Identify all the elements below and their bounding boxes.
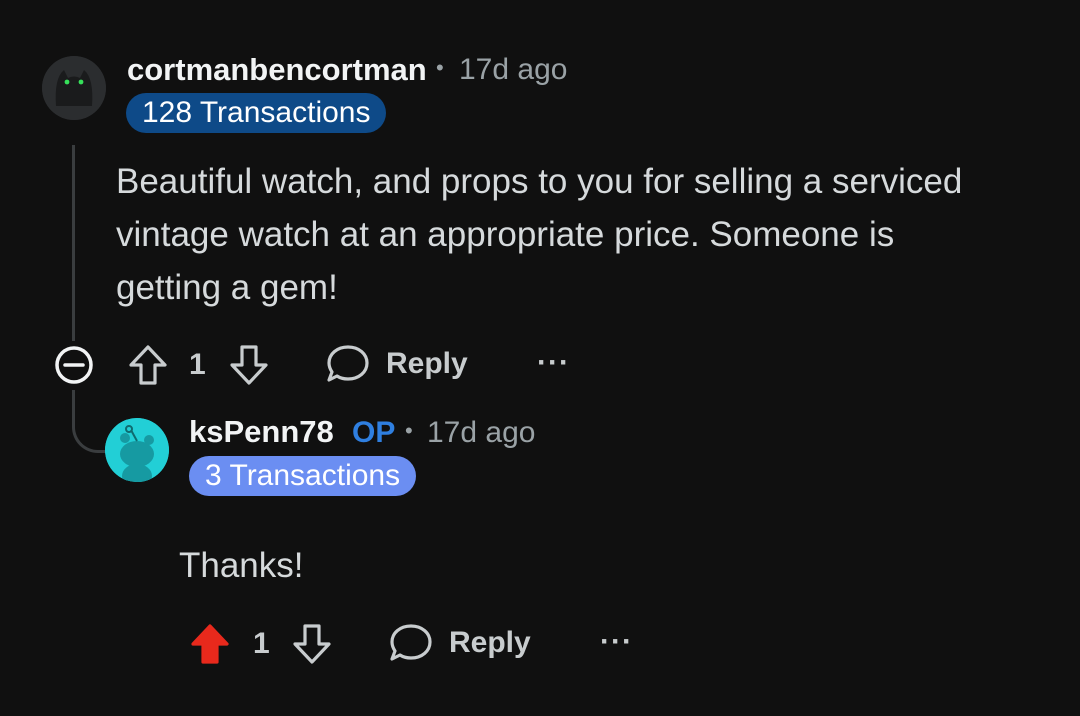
vote-count: 1 — [253, 627, 270, 660]
thread-line — [72, 145, 75, 341]
comment-timestamp: 17d ago — [459, 53, 568, 86]
downvote-arrow-icon — [293, 624, 331, 664]
comment-username[interactable]: ksPenn78 — [189, 414, 334, 450]
vote-count: 1 — [189, 348, 206, 381]
more-options-button[interactable]: ··· — [600, 625, 633, 659]
comment-body: Beautiful watch, and props to you for se… — [116, 155, 1036, 314]
reply-label: Reply — [449, 626, 531, 659]
comment-timestamp: 17d ago — [427, 416, 536, 449]
reply-button[interactable]: Reply — [389, 620, 539, 666]
downvote-button[interactable] — [291, 622, 333, 666]
upvote-arrow-icon — [129, 345, 167, 385]
collapse-thread-button[interactable] — [53, 344, 95, 386]
reply-button[interactable]: Reply — [326, 341, 476, 387]
upvote-button[interactable] — [189, 622, 231, 666]
comment-body: Thanks! — [179, 546, 304, 585]
downvote-arrow-icon — [230, 345, 268, 385]
upvote-arrow-icon — [191, 624, 229, 664]
avatar-cat-icon — [42, 56, 106, 120]
user-flair: 128 Transactions — [126, 93, 387, 133]
avatar[interactable] — [42, 56, 106, 120]
speech-bubble-icon — [390, 624, 432, 661]
speech-bubble-icon — [327, 345, 369, 382]
comment-body-line: Beautiful watch, and props to you for se… — [116, 162, 963, 201]
user-flair: 3 Transactions — [189, 456, 417, 496]
upvote-button[interactable] — [127, 343, 169, 387]
comment-body-line: getting a gem! — [116, 268, 338, 307]
separator-dot: • — [405, 418, 413, 443]
comment-username[interactable]: cortmanbencortman — [127, 52, 427, 88]
more-options-button[interactable]: ··· — [537, 346, 570, 380]
snoo-avatar-icon — [105, 418, 169, 482]
separator-dot: • — [436, 55, 444, 80]
reply-label: Reply — [386, 347, 468, 380]
avatar[interactable] — [105, 418, 169, 482]
comment-body-line: vintage watch at an appropriate price. S… — [116, 215, 895, 254]
collapse-icon — [55, 346, 93, 384]
downvote-button[interactable] — [228, 343, 270, 387]
op-badge: OP — [352, 416, 396, 449]
